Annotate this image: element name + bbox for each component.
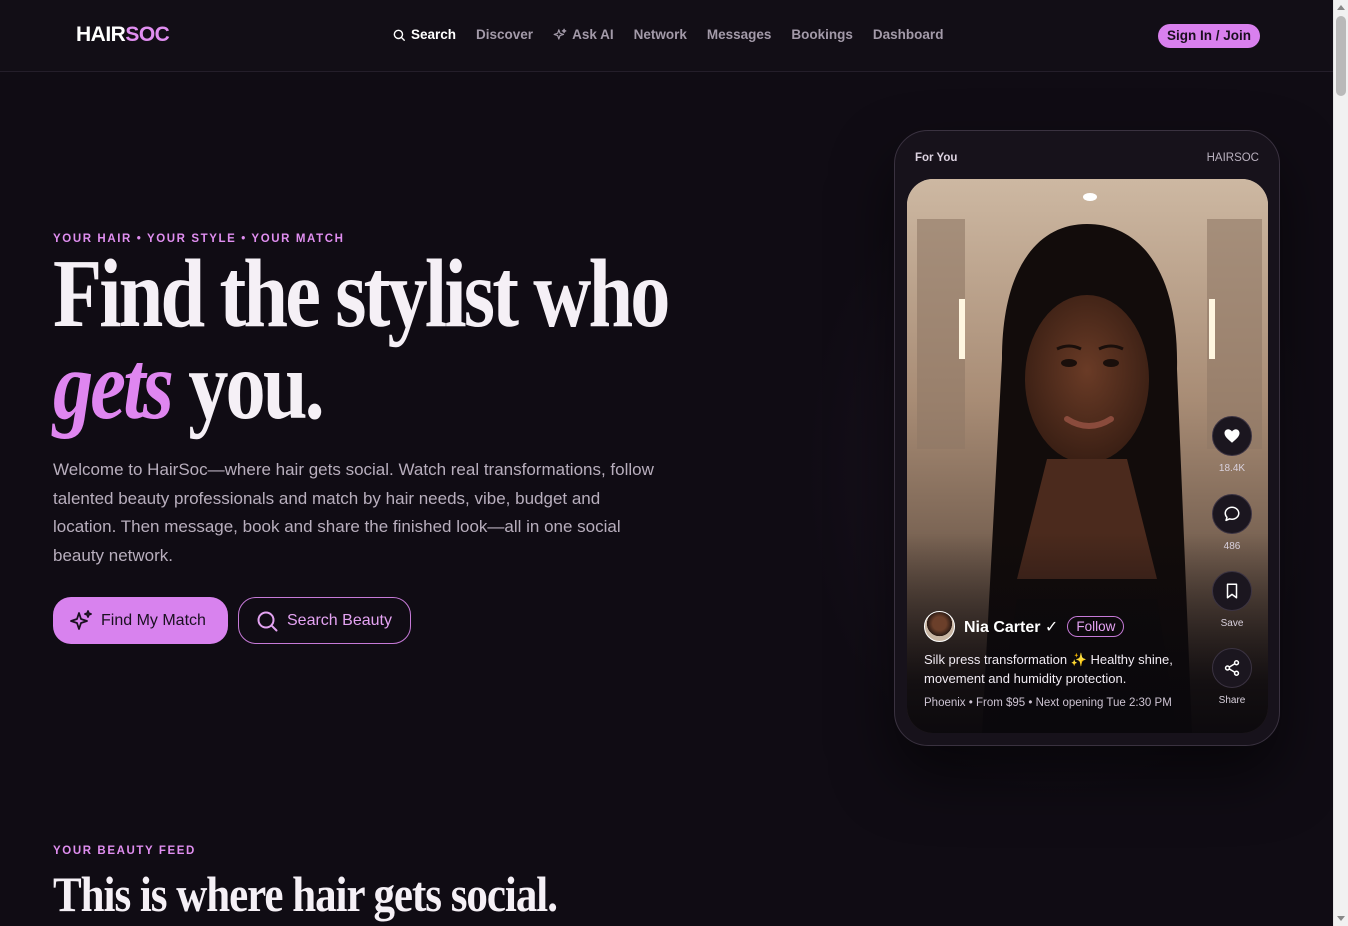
comment-count: 486	[1223, 541, 1241, 552]
comment-icon	[1224, 506, 1240, 522]
nav-discover-label: Discover	[476, 27, 534, 42]
search-beauty-button[interactable]: Search Beauty	[238, 597, 411, 644]
save-action[interactable]: Save	[1211, 571, 1253, 629]
share-action[interactable]: Share	[1211, 648, 1253, 706]
nav-dashboard-label: Dashboard	[872, 27, 944, 42]
scroll-up-arrow-icon[interactable]	[1337, 5, 1345, 10]
logo[interactable]: HAIRSOC	[76, 23, 170, 47]
avatar[interactable]	[924, 611, 955, 642]
feed-eyebrow: YOUR BEAUTY FEED	[53, 845, 196, 857]
share-label: Share	[1218, 695, 1246, 706]
nav-bookings[interactable]: Bookings	[791, 27, 853, 42]
nav-messages-label: Messages	[706, 27, 772, 42]
like-action[interactable]: 18.4K	[1211, 416, 1253, 474]
scroll-down-arrow-icon[interactable]	[1337, 916, 1345, 921]
like-button[interactable]	[1212, 416, 1252, 456]
share-button[interactable]	[1212, 648, 1252, 688]
page-scrollbar[interactable]	[1333, 0, 1348, 926]
nav-network-label: Network	[633, 27, 687, 42]
feed-title: This is where hair gets social.	[53, 866, 558, 922]
find-my-match-button[interactable]: Find My Match	[53, 597, 228, 644]
heart-icon	[1224, 429, 1240, 443]
logo-text-hair: HAIR	[76, 23, 126, 46]
find-my-match-label: Find My Match	[101, 611, 206, 629]
for-you-tab[interactable]: For You	[915, 152, 957, 164]
hero-lead: Welcome to HairSoc—where hair gets socia…	[53, 460, 654, 565]
phone-header: For You HAIRSOC	[915, 152, 1259, 164]
sparkle-icon	[553, 28, 567, 40]
nav-network[interactable]: Network	[634, 27, 687, 42]
search-icon	[257, 611, 278, 631]
comment-action[interactable]: 486	[1211, 494, 1253, 552]
like-count: 18.4K	[1218, 463, 1246, 474]
nav-discover[interactable]: Discover	[476, 27, 533, 42]
save-label: Save	[1220, 618, 1244, 629]
creator-row: Nia Carter ✓ Follow	[924, 611, 1125, 642]
share-icon	[1224, 660, 1240, 676]
post-caption: Silk press transformation ✨ Healthy shin…	[924, 652, 1173, 686]
nav-ask-ai-label: Ask AI	[572, 27, 614, 42]
logo-text-soc: SOC	[125, 23, 170, 46]
phone-mockup: For You HAIRSOC 18.4K 486 Save Share Nia…	[894, 130, 1280, 746]
phone-brand: HAIRSOC	[1206, 152, 1259, 164]
follow-button[interactable]: Follow	[1067, 616, 1125, 637]
creator-name[interactable]: Nia Carter ✓	[964, 617, 1058, 637]
scroll-thumb[interactable]	[1336, 16, 1346, 96]
video-post[interactable]: 18.4K 486 Save Share Nia Carter ✓ Follow…	[907, 179, 1268, 733]
search-icon	[393, 29, 405, 41]
post-meta: Phoenix • From $95 • Next opening Tue 2:…	[924, 697, 1172, 709]
search-beauty-label: Search Beauty	[287, 611, 392, 629]
headline-line-2: you.	[170, 332, 325, 440]
nav-search[interactable]: Search	[392, 27, 456, 42]
sparkle-icon	[70, 609, 92, 630]
save-button[interactable]	[1212, 571, 1252, 611]
bookmark-icon	[1226, 583, 1238, 599]
comment-button[interactable]	[1212, 494, 1252, 534]
nav-dashboard[interactable]: Dashboard	[873, 27, 944, 42]
nav-search-label: Search	[411, 27, 457, 42]
main-nav: Search Discover Ask AI Network Messages …	[392, 27, 943, 42]
nav-messages[interactable]: Messages	[707, 27, 772, 42]
nav-ask-ai[interactable]: Ask AI	[553, 27, 614, 42]
sign-in-join-button[interactable]: Sign In / Join	[1158, 24, 1260, 48]
headline-accent: gets	[53, 332, 174, 440]
hero-headline: Find the stylist who gets you.	[53, 245, 670, 435]
site-header: HAIRSOC Search Discover Ask AI Network M…	[0, 0, 1333, 72]
nav-bookings-label: Bookings	[791, 27, 853, 42]
